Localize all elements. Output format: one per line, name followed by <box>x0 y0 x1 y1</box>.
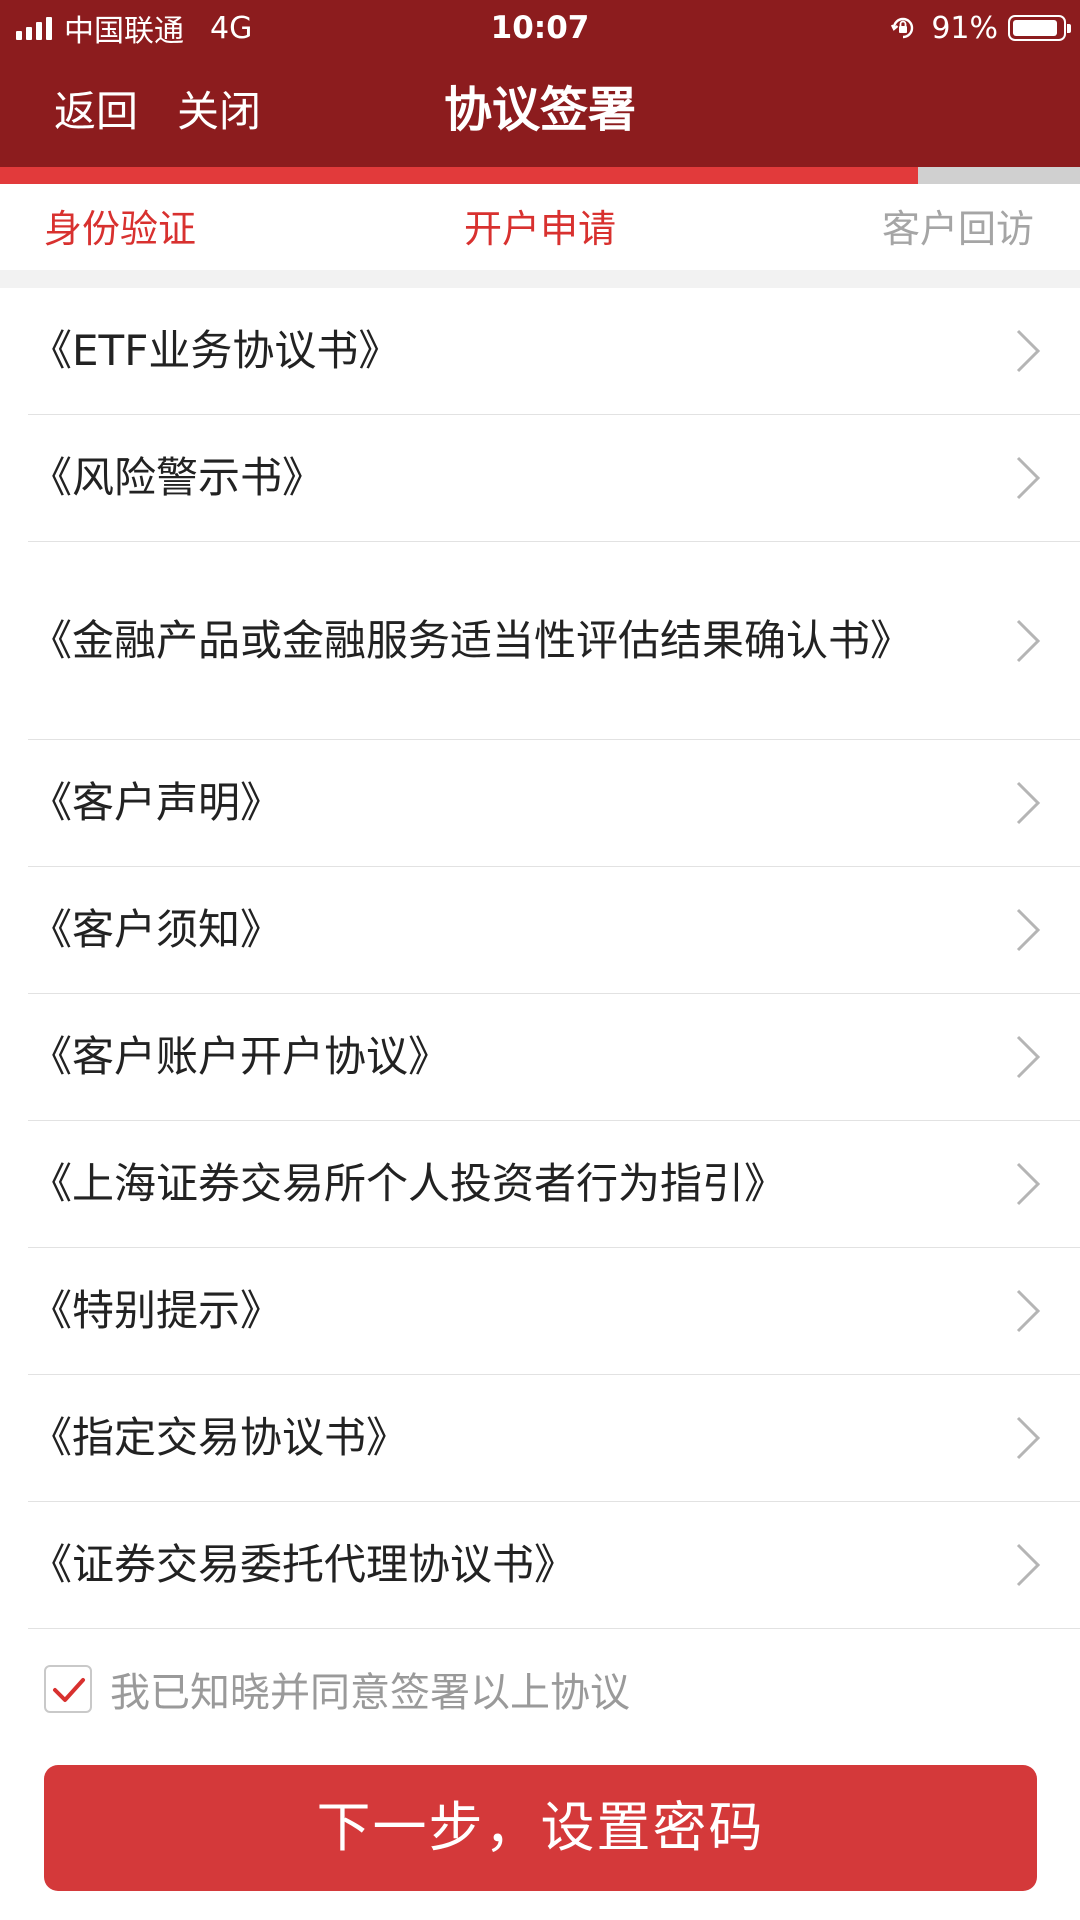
chevron-right-icon <box>1016 329 1041 373</box>
battery-icon <box>1008 15 1071 41</box>
agreement-label: 《ETF业务协议书》 <box>30 326 401 375</box>
agreement-item-account-opening[interactable]: 《客户账户开户协议》 <box>28 994 1080 1121</box>
page-title: 协议签署 <box>443 82 636 138</box>
agreement-label: 《金融产品或金融服务适当性评估结果确认书》 <box>30 615 913 665</box>
battery-nub <box>1067 24 1071 33</box>
agreement-label: 《上海证券交易所个人投资者行为指引》 <box>30 1159 787 1208</box>
agree-label: 我已知晓并同意签署以上协议 <box>110 1670 630 1716</box>
agreement-label: 《特别提示》 <box>30 1286 283 1335</box>
chevron-right-icon <box>1016 1416 1041 1460</box>
agreement-item-special-notice[interactable]: 《特别提示》 <box>28 1248 1080 1375</box>
next-step-button[interactable]: 下一步，设置密码 <box>44 1765 1037 1891</box>
section-divider <box>0 270 1080 288</box>
status-bar: 中国联通 4G 10:07 91% <box>0 0 1080 56</box>
agreement-list: 《ETF业务协议书》 《风险警示书》 《金融产品或金融服务适当性评估结果确认书》… <box>0 288 1080 1629</box>
agreement-item-risk-warning[interactable]: 《风险警示书》 <box>28 415 1080 542</box>
battery-fill <box>1013 20 1057 36</box>
chevron-right-icon <box>1016 1543 1041 1587</box>
agreement-label: 《客户账户开户协议》 <box>30 1032 451 1081</box>
chevron-right-icon <box>1016 456 1041 500</box>
rotation-lock-icon <box>891 17 914 39</box>
battery-percent: 91% <box>931 10 998 46</box>
chevron-right-icon <box>1016 1162 1041 1206</box>
agreement-label: 《客户声明》 <box>30 778 283 827</box>
progress-bar <box>0 167 1080 184</box>
agreement-item-sse-guidelines[interactable]: 《上海证券交易所个人投资者行为指引》 <box>28 1121 1080 1248</box>
agreement-item-customer-statement[interactable]: 《客户声明》 <box>28 740 1080 867</box>
checkmark-icon <box>53 1678 85 1702</box>
checkbox-checked-icon[interactable] <box>44 1665 92 1713</box>
chevron-right-icon <box>1016 908 1041 952</box>
agreement-label: 《证券交易委托代理协议书》 <box>30 1540 577 1589</box>
agreement-item-etf[interactable]: 《ETF业务协议书》 <box>28 288 1080 415</box>
agreement-label: 《客户须知》 <box>30 905 283 954</box>
chevron-right-icon <box>1016 619 1041 662</box>
step-customer-revisit: 客户回访 <box>881 207 1034 251</box>
agreement-label: 《风险警示书》 <box>30 453 325 502</box>
step-indicator: 身份验证 开户申请 客户回访 <box>0 184 1080 270</box>
agreement-label: 《指定交易协议书》 <box>30 1413 409 1462</box>
agree-checkbox-row[interactable]: 我已知晓并同意签署以上协议 <box>44 1662 630 1716</box>
header: 中国联通 4G 10:07 91% 返回 关闭 协议签署 <box>0 0 1080 167</box>
chevron-right-icon <box>1016 1035 1041 1079</box>
agreement-item-designated-trading[interactable]: 《指定交易协议书》 <box>28 1375 1080 1502</box>
agreement-item-customer-notice[interactable]: 《客户须知》 <box>28 867 1080 994</box>
agreement-item-entrustment[interactable]: 《证券交易委托代理协议书》 <box>28 1502 1080 1629</box>
status-right: 91% <box>889 8 1071 48</box>
screen: 中国联通 4G 10:07 91% 返回 关闭 协议签署 身份验证 开户申请 客… <box>0 0 1080 1920</box>
chevron-right-icon <box>1016 781 1041 825</box>
progress-fill <box>0 167 918 184</box>
agreement-item-suitability[interactable]: 《金融产品或金融服务适当性评估结果确认书》 <box>28 542 1080 740</box>
chevron-right-icon <box>1016 1289 1041 1333</box>
